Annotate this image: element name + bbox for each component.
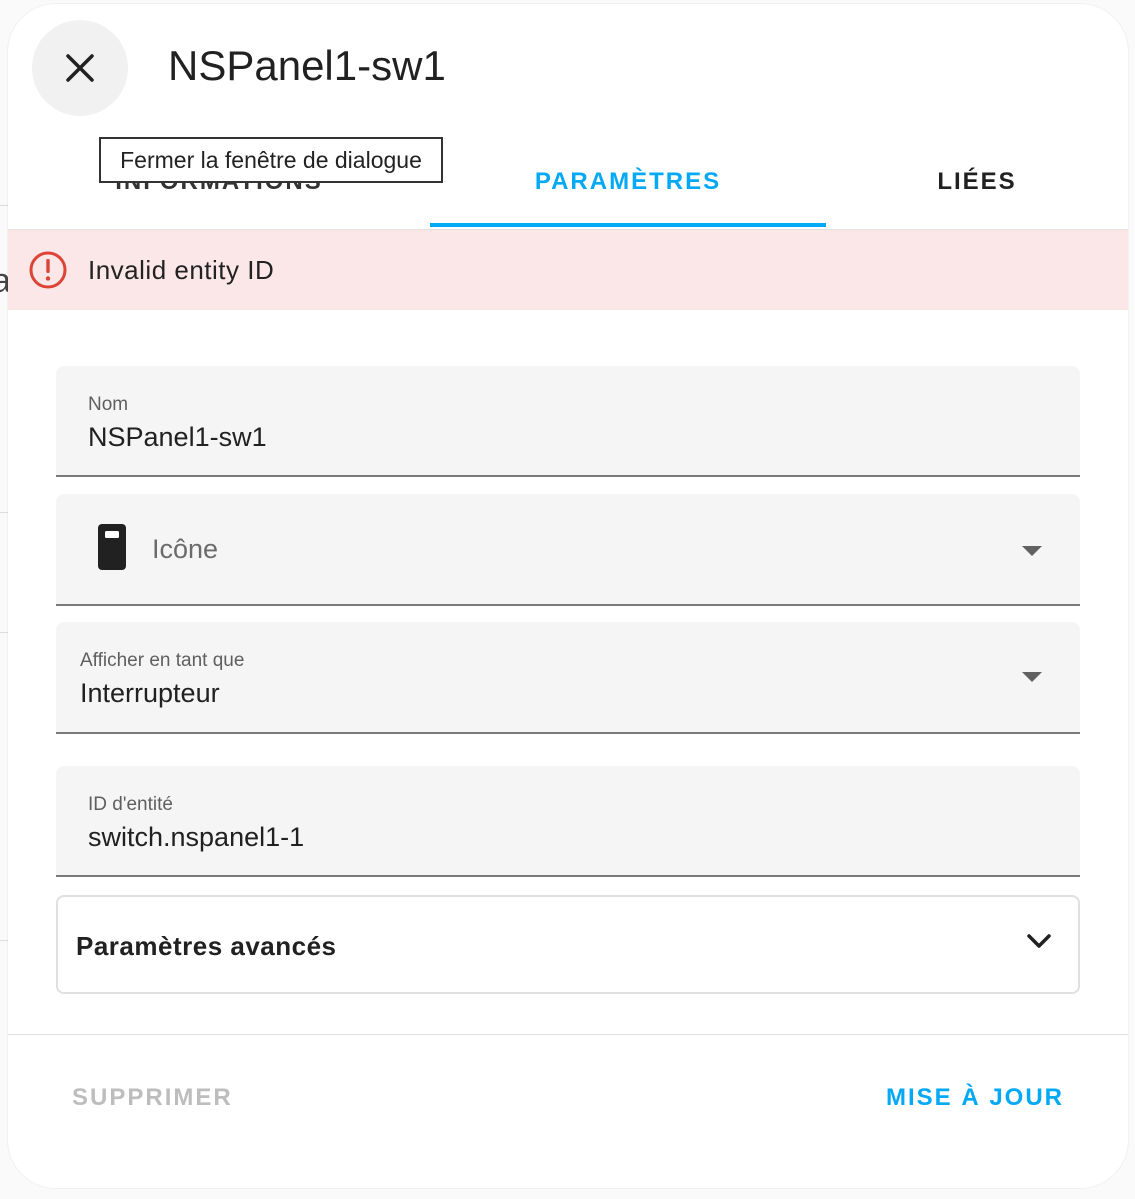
alert-message: Invalid entity ID bbox=[88, 254, 275, 285]
entity-id-field[interactable]: ID d'entité switch.nspanel1-1 bbox=[56, 766, 1080, 877]
entity-id-value: switch.nspanel1-1 bbox=[88, 822, 305, 852]
dropdown-arrow-icon[interactable] bbox=[1022, 672, 1042, 682]
delete-button[interactable]: SUPPRIMER bbox=[72, 1084, 233, 1112]
active-tab-indicator bbox=[430, 223, 826, 227]
name-field-value: NSPanel1-sw1 bbox=[88, 422, 267, 452]
close-tooltip: Fermer la fenêtre de dialogue bbox=[99, 137, 443, 183]
dialog-title: NSPanel1-sw1 bbox=[168, 42, 446, 89]
tab-parametres[interactable]: PARAMÈTRES bbox=[430, 134, 826, 230]
advanced-settings-label: Paramètres avancés bbox=[76, 931, 337, 961]
name-field[interactable]: Nom NSPanel1-sw1 bbox=[56, 366, 1080, 477]
close-icon bbox=[66, 54, 94, 82]
icon-picker-placeholder: Icône bbox=[152, 534, 219, 564]
error-alert: Invalid entity ID bbox=[8, 230, 1128, 310]
tab-liees[interactable]: LIÉES bbox=[826, 134, 1128, 230]
footer-divider bbox=[8, 1034, 1128, 1035]
display-as-select[interactable]: Afficher en tant que Interrupteur bbox=[56, 622, 1080, 734]
close-dialog-button[interactable] bbox=[32, 20, 128, 116]
display-as-label: Afficher en tant que bbox=[80, 650, 245, 671]
entity-settings-dialog: NSPanel1-sw1 INFORMATIONS PARAMÈTRES LIÉ… bbox=[8, 4, 1128, 1188]
name-field-label: Nom bbox=[88, 394, 129, 415]
dropdown-arrow-icon[interactable] bbox=[1022, 546, 1042, 556]
alert-circle-icon bbox=[29, 251, 67, 289]
advanced-settings-expander[interactable]: Paramètres avancés bbox=[56, 895, 1080, 994]
entity-id-label: ID d'entité bbox=[88, 794, 173, 815]
update-button[interactable]: MISE À JOUR bbox=[886, 1084, 1064, 1112]
icon-picker-field[interactable]: Icône bbox=[56, 494, 1080, 606]
chevron-down-icon bbox=[1027, 934, 1051, 948]
light-switch-icon bbox=[98, 524, 126, 570]
display-as-value: Interrupteur bbox=[80, 678, 220, 708]
